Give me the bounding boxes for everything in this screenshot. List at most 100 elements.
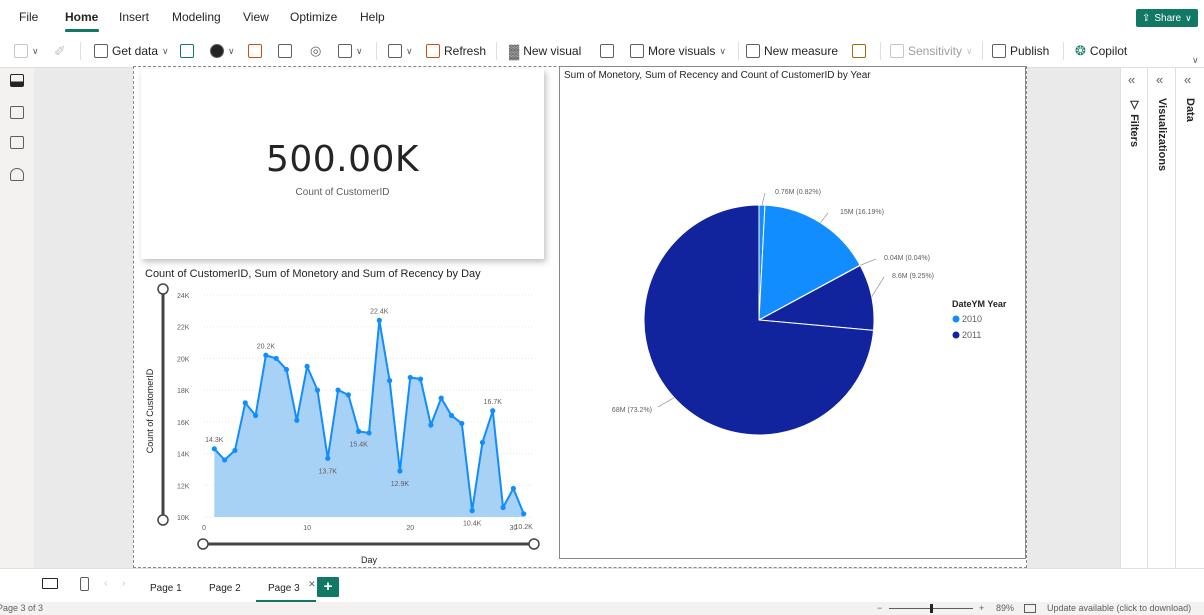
tab-page-1[interactable]: Page 1 — [138, 577, 194, 603]
data-point[interactable] — [273, 355, 279, 362]
menu-modeling[interactable]: Modeling — [172, 10, 221, 24]
data-point[interactable] — [211, 446, 217, 452]
transform-data-button[interactable]: ∨ — [388, 43, 413, 59]
mobile-layout-icon[interactable] — [80, 577, 89, 591]
legend-marker[interactable] — [952, 315, 960, 323]
legend-marker[interactable] — [952, 331, 960, 339]
data-point[interactable] — [335, 387, 341, 393]
data-point[interactable] — [283, 366, 290, 373]
new-measure-button[interactable]: New measure — [746, 43, 838, 59]
y-zoom-slider-handle-bottom[interactable] — [157, 514, 169, 526]
data-point[interactable] — [252, 412, 259, 419]
close-icon[interactable]: ✕ — [308, 579, 316, 590]
data-point[interactable] — [469, 508, 475, 514]
refresh-button[interactable]: Refresh — [426, 43, 486, 59]
more-visuals-button[interactable]: More visuals ∨ — [630, 43, 726, 59]
collapse-visualizations-icon[interactable]: « — [1156, 72, 1163, 87]
data-point[interactable] — [407, 374, 413, 381]
copilot-button[interactable]: ❂ Copilot — [1075, 43, 1127, 59]
data-point[interactable] — [304, 363, 310, 369]
data-point[interactable] — [438, 395, 444, 401]
x-zoom-slider-handle-left[interactable] — [197, 538, 209, 550]
data-point[interactable] — [428, 422, 434, 428]
zoom-in-icon[interactable]: + — [979, 603, 984, 613]
data-point[interactable] — [510, 485, 516, 492]
new-visual-button[interactable]: ▓ New visual — [509, 43, 581, 59]
dax-query-view-icon[interactable] — [10, 168, 24, 181]
data-point[interactable] — [345, 392, 351, 398]
x-zoom-slider-handle-right[interactable] — [528, 538, 540, 550]
ribbon-separator — [496, 42, 497, 60]
sensitivity-label: Sensitivity — [908, 44, 963, 58]
card-visual[interactable]: 500.00K Count of CustomerID — [141, 69, 544, 259]
data-point[interactable] — [479, 439, 486, 446]
data-point[interactable] — [356, 428, 362, 434]
ribbon-collapse-button[interactable]: ∨ — [1192, 52, 1199, 68]
dataverse-button[interactable]: ◎ — [310, 43, 321, 59]
area-chart-visual[interactable]: Count of CustomerID, Sum of Monetory and… — [141, 265, 546, 567]
bar-chart-icon: ▓ — [509, 43, 520, 59]
data-point[interactable] — [314, 387, 321, 393]
paste-button[interactable]: ∨ — [14, 43, 39, 59]
model-view-icon[interactable] — [10, 136, 24, 149]
table-view-icon[interactable] — [10, 106, 24, 119]
menu-view[interactable]: View — [243, 10, 269, 24]
menu-home[interactable]: Home — [65, 10, 98, 24]
collapse-filters-icon[interactable]: « — [1128, 72, 1135, 87]
publish-button[interactable]: Publish — [992, 43, 1049, 59]
add-page-button[interactable]: + — [317, 577, 339, 597]
scroll-right-icon[interactable]: › — [122, 578, 125, 589]
data-point[interactable] — [263, 352, 269, 358]
y-zoom-slider-handle-top[interactable] — [157, 283, 169, 295]
data-point[interactable] — [521, 511, 527, 517]
zoom-out-icon[interactable]: − — [877, 603, 882, 613]
data-point[interactable] — [325, 455, 331, 461]
data-pane[interactable]: « Data — [1177, 68, 1204, 568]
data-point[interactable] — [294, 417, 300, 423]
data-point[interactable] — [448, 412, 455, 419]
sql-icon — [248, 44, 262, 58]
report-view-icon[interactable] — [10, 74, 24, 87]
sql-button[interactable] — [248, 43, 262, 59]
data-point[interactable] — [459, 420, 465, 427]
filters-pane[interactable]: « ▽ Filters — [1121, 68, 1148, 568]
collapse-data-icon[interactable]: « — [1184, 72, 1191, 87]
data-point[interactable] — [387, 378, 393, 384]
enter-data-button[interactable] — [278, 43, 292, 59]
fit-to-page-icon[interactable] — [1024, 604, 1036, 613]
zoom-slider-thumb[interactable] — [930, 604, 933, 613]
data-point[interactable] — [242, 400, 248, 406]
recent-sources-button[interactable]: ∨ — [338, 43, 363, 59]
tab-page-3[interactable]: Page 3 ✕ — [256, 577, 316, 603]
desktop-layout-icon[interactable] — [42, 578, 58, 589]
visualizations-pane[interactable]: « Visualizations — [1149, 68, 1176, 568]
data-point[interactable] — [222, 457, 228, 463]
menu-optimize[interactable]: Optimize — [290, 10, 337, 24]
data-point[interactable] — [376, 317, 382, 323]
excel-button[interactable] — [180, 43, 194, 59]
format-painter-button[interactable]: ✐ — [54, 43, 66, 59]
data-point[interactable] — [397, 468, 403, 474]
update-available-link[interactable]: Update available (click to download) — [1047, 603, 1191, 613]
menu-insert[interactable]: Insert — [119, 10, 149, 24]
data-point[interactable] — [500, 504, 506, 511]
share-button[interactable]: ⇪ Share ∨ — [1136, 9, 1198, 27]
scroll-left-icon[interactable]: ‹ — [104, 578, 107, 589]
data-label: 10.2K — [515, 524, 534, 531]
data-point[interactable] — [490, 408, 496, 414]
quick-measure-button[interactable] — [852, 43, 866, 59]
onelake-button[interactable]: ∨ — [210, 43, 235, 59]
menu-help[interactable]: Help — [360, 10, 385, 24]
pie-chart-visual[interactable]: Sum of Monetory, Sum of Recency and Coun… — [559, 66, 1026, 559]
data-point[interactable] — [232, 447, 238, 453]
sensitivity-button[interactable]: Sensitivity ∨ — [890, 43, 973, 59]
data-point[interactable] — [366, 430, 372, 436]
legend-label[interactable]: 2011 — [962, 330, 981, 340]
text-box-button[interactable] — [600, 43, 614, 59]
get-data-button[interactable]: Get data ∨ — [94, 43, 169, 59]
menu-file[interactable]: File — [19, 10, 38, 24]
database-icon — [94, 44, 108, 58]
tab-page-2[interactable]: Page 2 — [197, 577, 253, 603]
legend-label[interactable]: 2010 — [962, 314, 982, 324]
data-point[interactable] — [417, 376, 424, 382]
